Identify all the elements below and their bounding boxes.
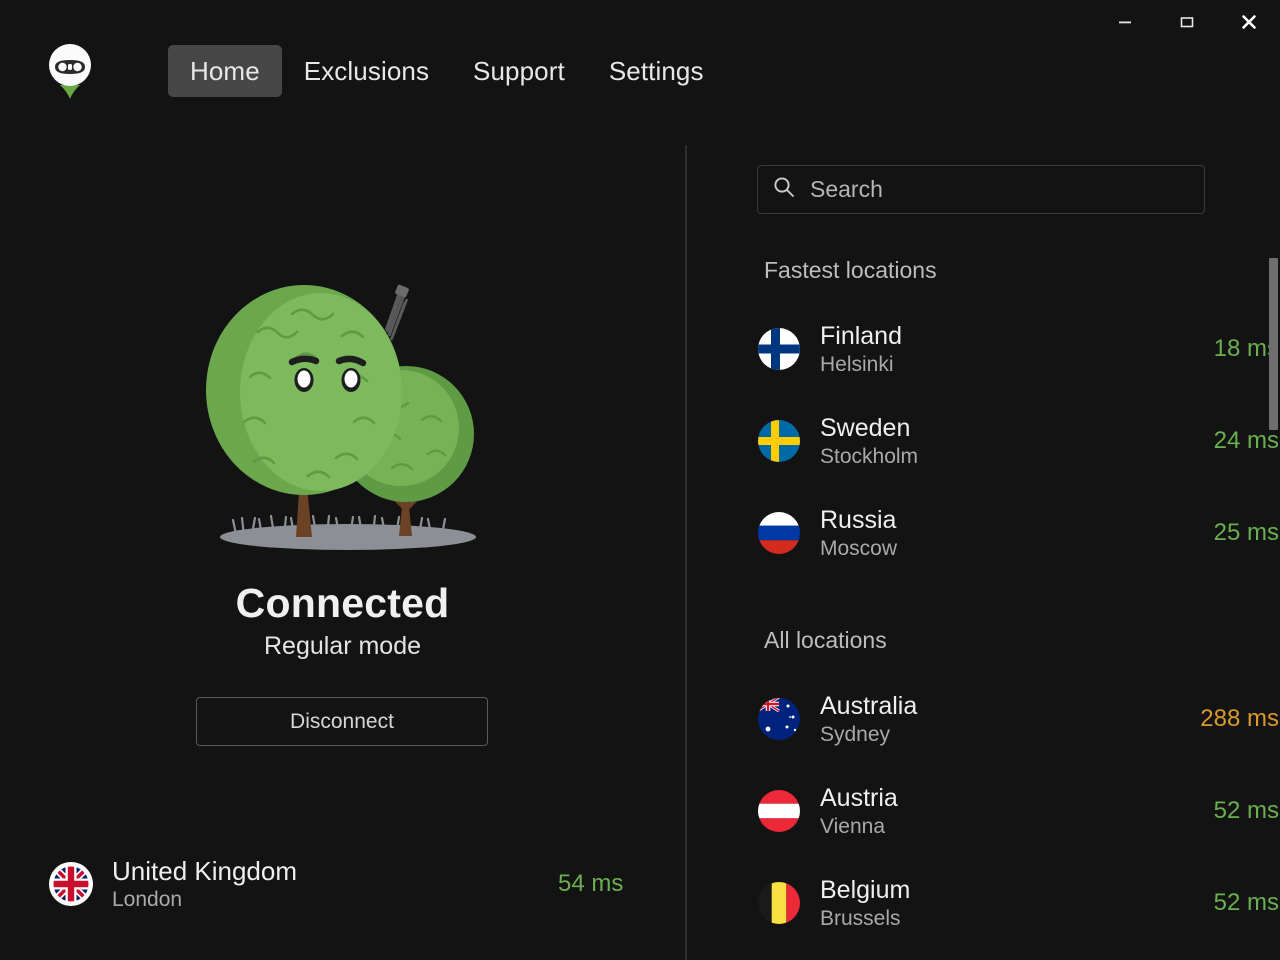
location-city: Brussels: [820, 906, 901, 930]
flag-uk-icon: [49, 862, 93, 906]
location-ping: 288 ms: [1200, 705, 1279, 732]
location-row-belgium[interactable]: Belgium Brussels 52 ms: [757, 871, 1279, 935]
close-button[interactable]: [1226, 0, 1272, 44]
flag-russia: [757, 511, 801, 555]
current-location-names: United Kingdom London: [112, 856, 297, 913]
fastest-locations-heading: Fastest locations: [764, 257, 937, 283]
trees-illustration-icon: [206, 284, 476, 550]
flag-finland-icon: [758, 328, 800, 370]
disconnect-button[interactable]: Disconnect: [196, 697, 488, 746]
flag-australia: [757, 697, 801, 741]
location-row-russia[interactable]: Russia Moscow 25 ms: [757, 501, 1279, 565]
search-icon-glyph: [774, 177, 794, 197]
location-names: Russia Moscow: [820, 505, 897, 562]
search-icon: [772, 175, 796, 204]
flag-finland: [757, 327, 801, 371]
search-input[interactable]: [810, 176, 1190, 203]
location-ping: 52 ms: [1213, 797, 1279, 824]
flag-united-kingdom: [48, 861, 94, 907]
connection-status: Connected: [235, 580, 450, 626]
location-city: Stockholm: [820, 444, 919, 468]
locations-panel: Fastest locations Finland Helsinki 18 ms: [687, 52, 1280, 960]
flag-austria: [757, 789, 801, 833]
connection-panel: Connected Regular mode Disconnect United…: [0, 52, 685, 960]
location-ping: 24 ms: [1213, 427, 1279, 454]
locations-scrollbar-thumb[interactable]: [1269, 258, 1278, 430]
location-ping: 25 ms: [1213, 519, 1279, 546]
location-city: Sydney: [820, 722, 891, 746]
location-ping: 52 ms: [1213, 889, 1279, 916]
location-row-finland[interactable]: Finland Helsinki 18 ms: [757, 317, 1279, 381]
location-ping: 18 ms: [1213, 335, 1279, 362]
current-location-ping: 54 ms: [558, 870, 624, 897]
location-city: Vienna: [820, 814, 886, 838]
location-city: Moscow: [820, 536, 898, 560]
connection-mode: Regular mode: [263, 632, 422, 660]
current-location-country: United Kingdom: [112, 855, 297, 886]
maximize-icon: [1180, 17, 1194, 28]
minimize-icon: [1119, 21, 1131, 24]
current-location[interactable]: United Kingdom London 54 ms: [48, 852, 648, 916]
flag-australia-icon: [758, 698, 800, 740]
all-locations-heading: All locations: [764, 627, 887, 653]
location-country: Australia: [820, 691, 918, 720]
maximize-button[interactable]: [1164, 0, 1210, 44]
location-row-austria[interactable]: Austria Vienna 52 ms: [757, 779, 1279, 843]
trees-illustration: [196, 262, 496, 552]
minimize-button[interactable]: [1102, 0, 1148, 44]
current-location-city: London: [112, 887, 183, 911]
location-names: Australia Sydney: [820, 691, 917, 748]
location-names: Belgium Brussels: [820, 875, 910, 932]
flag-belgium: [757, 881, 801, 925]
flag-russia-icon: [758, 512, 800, 554]
close-icon: [1242, 15, 1256, 29]
location-names: Finland Helsinki: [820, 321, 902, 378]
search-box[interactable]: [757, 165, 1205, 214]
location-row-australia[interactable]: Australia Sydney 288 ms: [757, 687, 1279, 751]
app-window: Home Exclusions Support Settings Connect…: [0, 0, 1280, 960]
location-country: Belgium: [820, 875, 911, 904]
location-row-sweden[interactable]: Sweden Stockholm 24 ms: [757, 409, 1279, 473]
flag-belgium-icon: [758, 882, 800, 924]
flag-sweden-icon: [758, 420, 800, 462]
flag-austria-icon: [758, 790, 800, 832]
location-country: Austria: [820, 783, 898, 812]
flag-sweden: [757, 419, 801, 463]
location-city: Helsinki: [820, 352, 894, 376]
location-country: Russia: [820, 505, 897, 534]
location-country: Finland: [820, 321, 902, 350]
location-names: Austria Vienna: [820, 783, 898, 840]
location-country: Sweden: [820, 413, 911, 442]
location-names: Sweden Stockholm: [820, 413, 918, 470]
